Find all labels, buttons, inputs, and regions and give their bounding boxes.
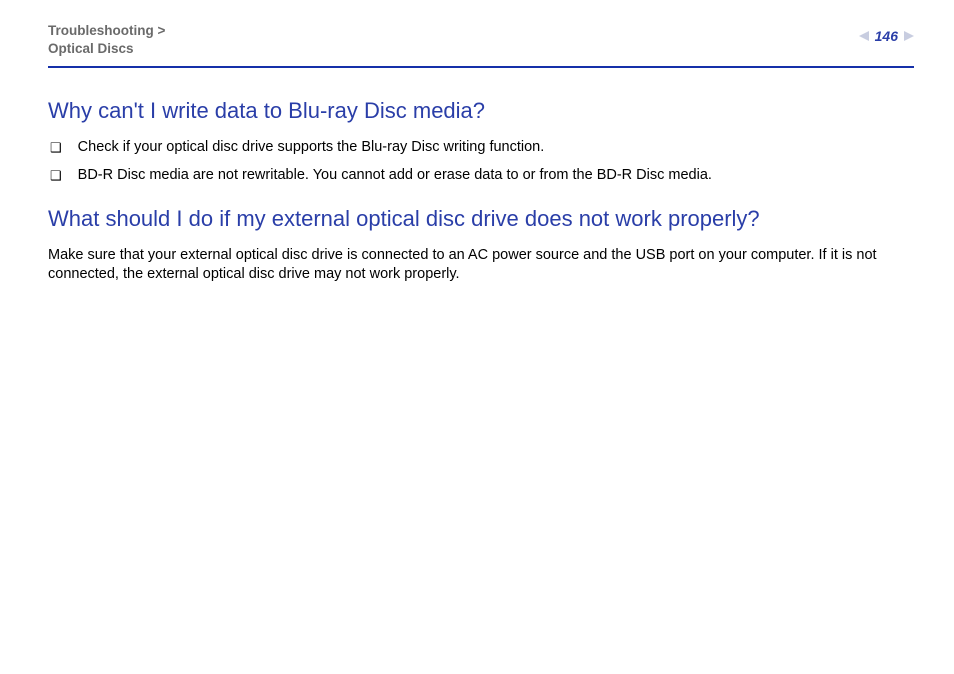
arrow-left-icon[interactable] <box>859 31 869 41</box>
content-area: Why can't I write data to Blu-ray Disc m… <box>0 68 954 284</box>
heading-external-drive: What should I do if my external optical … <box>48 206 914 232</box>
arrow-right-icon[interactable] <box>904 31 914 41</box>
bullet-icon: ❑ <box>50 138 62 158</box>
list-item: ❑ Check if your optical disc drive suppo… <box>48 138 914 158</box>
body-paragraph: Make sure that your external optical dis… <box>48 246 914 285</box>
page-header: Troubleshooting > Optical Discs 146 <box>0 0 954 66</box>
bullet-text: Check if your optical disc drive support… <box>78 138 545 158</box>
bullet-icon: ❑ <box>50 166 62 186</box>
breadcrumb-line-1: Troubleshooting > <box>48 23 165 38</box>
pager: 146 <box>859 28 914 44</box>
header-row: Troubleshooting > Optical Discs 146 <box>48 22 914 66</box>
breadcrumb: Troubleshooting > Optical Discs <box>48 22 165 58</box>
list-item: ❑ BD-R Disc media are not rewritable. Yo… <box>48 166 914 186</box>
breadcrumb-line-2: Optical Discs <box>48 41 134 56</box>
page-number: 146 <box>875 28 898 44</box>
heading-bluray-write: Why can't I write data to Blu-ray Disc m… <box>48 98 914 124</box>
bullet-list: ❑ Check if your optical disc drive suppo… <box>48 138 914 185</box>
bullet-text: BD-R Disc media are not rewritable. You … <box>78 166 712 186</box>
